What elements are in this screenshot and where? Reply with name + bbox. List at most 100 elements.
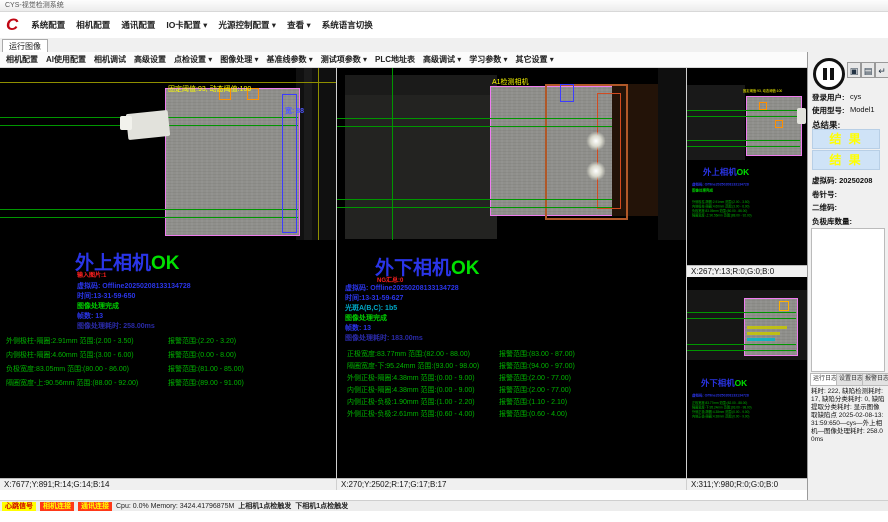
tool-spotcheck-settings[interactable]: 点检设置 ▾ (174, 54, 212, 65)
process-done-line: 图像处理完成 (77, 301, 119, 311)
device-button[interactable]: ▣ (847, 62, 861, 78)
menu-language-switch[interactable]: 系统语言切换 (322, 19, 373, 31)
panel-button[interactable]: ▤ (861, 62, 875, 78)
heartbeat-badge: 心跳信号 (2, 502, 36, 511)
measure-line-green (687, 344, 796, 345)
thumbnail-view-lower[interactable]: 外下相机OK 虚拟码: Offline20250208133134728 正极宽… (687, 277, 808, 490)
menu-io-config[interactable]: IO卡配置 ▾ (166, 19, 207, 31)
thumbnail-measurements: 正极宽度:83.77mm 范围:(82.00 - 88.00) 隔圈宽度-下:9… (692, 401, 752, 419)
tool-other-settings[interactable]: 其它设置 ▾ (516, 54, 554, 65)
return-button[interactable]: ↵ (875, 62, 888, 78)
battery-cell-image (746, 96, 802, 156)
alarm-range: 报警范围:(2.20 - 3.20) (168, 336, 236, 346)
camera-view-upper[interactable]: 固定阈值:93, 动态阈值:100 宽: 88 外上相机OK 输入图片:1 虚拟… (0, 68, 338, 490)
tool-camera-debug[interactable]: 相机调试 (94, 54, 126, 65)
pause-button[interactable] (813, 58, 845, 90)
defect-annotation-yellow (747, 332, 780, 335)
menu-camera-config[interactable]: 相机配置 (76, 19, 110, 31)
thumbnail-measurements: 外侧极柱-隔圈:2.91mm 范围:(2.00 - 3.50) 内侧极柱-隔圈:… (692, 200, 752, 218)
overlay-yellow-vline (318, 68, 319, 240)
weld-glare-spot (586, 132, 606, 150)
background-structure (304, 68, 312, 240)
threshold-overlay-label: 固定阈值:93, 动态阈值:100 (743, 88, 782, 93)
menu-bar: C 系统配置 相机配置 通讯配置 IO卡配置 ▾ 光源控制配置 ▾ 查看 ▾ 系… (0, 12, 888, 38)
upper-camera-trigger[interactable]: 上相机1点检触发 (238, 501, 291, 511)
tab-run-image[interactable]: 运行图像 (2, 39, 48, 53)
menu-view[interactable]: 查看 ▾ (287, 19, 311, 31)
alarm-range: 报警范围:(81.00 - 85.00) (168, 364, 244, 374)
result-badge-lower: 结 果 (812, 150, 880, 170)
app-logo-icon: C (6, 14, 18, 36)
panel-icon: ▤ (864, 66, 873, 76)
measure-line-green (337, 118, 612, 119)
time-line: 时间:13-31-59-627 (345, 293, 403, 303)
pause-icon (823, 68, 827, 80)
window-titlebar[interactable]: CYS-视觉检测系统 (0, 0, 888, 12)
thumbnail-result-title: 外上相机OK (703, 166, 749, 179)
measurement-row: 内侧极柱-隔圈:4.60mm 范围:(3.00 - 6.00) (6, 350, 134, 360)
time-line: 时间:13-31-59-650 (77, 291, 135, 301)
alarm-range: 报警范围:(2.00 - 77.00) (499, 385, 571, 395)
input-image-note: 输入图片:1 (77, 270, 106, 279)
measure-line-green (0, 217, 298, 218)
tool-baseline-params[interactable]: 基准线参数 ▾ (267, 54, 313, 65)
width-overlay-label: 宽: 88 (285, 106, 304, 116)
tool-image-processing[interactable]: 图像处理 ▾ (220, 54, 258, 65)
model-label: 使用型号: (812, 105, 845, 116)
tool-camera-config[interactable]: 相机配置 (6, 54, 38, 65)
machine-structure (345, 75, 497, 239)
background-structure (296, 68, 336, 240)
overlay-yellow-hline (0, 82, 336, 83)
tool-advanced-debug[interactable]: 高级调试 ▾ (423, 54, 461, 65)
alarm-range: 报警范围:(1.10 - 2.10) (499, 397, 567, 407)
camera-name: 外下相机 (701, 378, 735, 388)
alarm-range: 报警范围:(83.00 - 87.00) (499, 349, 575, 359)
elapsed-line: 图像处理耗时: 258.00ms (77, 321, 155, 331)
tool-ai-config[interactable]: AI使用配置 (46, 54, 86, 65)
lower-camera-trigger[interactable]: 下相机1点检触发 (295, 501, 348, 511)
roi-box-red (597, 93, 621, 209)
roi-box-orange (759, 102, 767, 110)
connector-tip-image (120, 116, 132, 130)
measurement-row: 正极宽度:83.77mm 范围:(82.00 - 88.00) (347, 349, 470, 359)
menu-system-config[interactable]: 系统配置 (31, 19, 65, 31)
tool-test-params[interactable]: 测试项参数 ▾ (321, 54, 367, 65)
measure-line-green (687, 312, 796, 313)
frame-count-line: 帧数: 13 (345, 323, 371, 333)
measurement-row: 内侧正极-负极:1.90mm 范围:(1.00 - 2.20) (347, 397, 475, 407)
app-window: CYS-视觉检测系统 C 系统配置 相机配置 通讯配置 IO卡配置 ▾ 光源控制… (0, 0, 888, 522)
comm-connect-badge: 通讯连接 (78, 502, 112, 511)
tool-advanced-settings[interactable]: 高级设置 (134, 54, 166, 65)
model-value: Model1 (850, 105, 875, 114)
virtual-code-line: 虚拟码: Offline20250208133134728 (345, 283, 459, 293)
measurement-row: 隔圈宽度-下:95.24mm 范围:(93.00 - 98.00) (347, 361, 479, 371)
measure-line-green (0, 209, 298, 210)
result-badge-upper: 结 果 (812, 129, 880, 149)
measurement-row: 外侧正极-隔圈:4.38mm 范围:(0.00 - 9.00) (347, 373, 475, 383)
tool-plc-address-table[interactable]: PLC地址表 (375, 54, 415, 65)
connector-tab-image (797, 108, 806, 124)
result-list-box[interactable] (811, 228, 885, 372)
battery-cell-image (165, 88, 300, 236)
cursor-position-status: X:270;Y:2502;R:17;G:17;B:17 (337, 478, 686, 490)
machine-structure (687, 85, 745, 160)
alarm-range: 报警范围:(2.00 - 77.00) (499, 373, 571, 383)
camera-view-lower[interactable]: A1检测相机 外下相机OK NG汇总:0 虚拟码: Offline2025020… (337, 68, 688, 490)
menu-comm-config[interactable]: 通讯配置 (121, 19, 155, 31)
virtual-code-line: 虚拟码: Offline20250208133134728 (692, 182, 749, 187)
defect-annotation-yellow (747, 326, 787, 329)
needle-number-label: 卷针号: (812, 189, 837, 200)
measure-line-green (337, 126, 612, 127)
measurement-row: 隔圈宽度-上:90.56mm 范围:(88.00 - 92.00) (6, 378, 138, 388)
device-icon: ▣ (850, 66, 859, 76)
measure-line-green (337, 207, 612, 208)
log-content[interactable]: 耗时: 222, 缺陷检测耗时: 17, 缺陷分类耗时: 0, 缺陷提取分类耗时… (811, 388, 885, 444)
qr-code-label: 二维码: (812, 202, 837, 213)
roi-box-orange (775, 120, 783, 128)
measurement-row: 内侧正极-隔圈:4.38mm 范围:(0.00 - 9.00) (692, 415, 752, 420)
thumbnail-view-upper[interactable]: 固定阈值:93, 动态阈值:100 外上相机OK 虚拟码: Offline202… (687, 68, 808, 277)
menu-light-config[interactable]: 光源控制配置 ▾ (218, 19, 276, 31)
tab-alarm-log[interactable]: 报警日志 (862, 373, 888, 386)
ok-status: OK (151, 253, 180, 274)
tool-learning-params[interactable]: 学习参数 ▾ (469, 54, 507, 65)
